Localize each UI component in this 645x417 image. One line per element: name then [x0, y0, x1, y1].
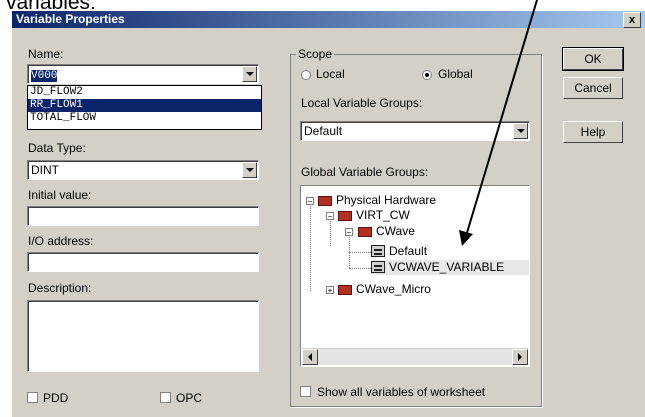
opc-checkbox[interactable] — [160, 392, 171, 403]
tree-node-physical-hardware[interactable]: − Physical Hardware — [301, 193, 529, 208]
tree-label: VCWAVE_VARIABLE — [389, 260, 505, 274]
local-groups-value: Default — [304, 124, 343, 138]
data-type-dropdown-button[interactable] — [242, 162, 257, 178]
name-dropdown-list: JD_FLOW2 RR_FLOW1 TOTAL_FLOW — [27, 85, 262, 130]
tree-label: CWave_Micro — [356, 282, 431, 296]
list-item[interactable]: JD_FLOW2 — [28, 86, 261, 99]
chevron-down-icon — [245, 168, 254, 172]
folder-icon — [358, 227, 372, 237]
tree-node-default[interactable]: Default — [301, 244, 529, 259]
local-groups-dropdown-button[interactable] — [513, 123, 528, 139]
folder-icon — [318, 196, 332, 206]
pdd-label: PDD — [43, 391, 69, 405]
close-icon[interactable]: x — [623, 12, 641, 28]
expand-icon[interactable]: + — [326, 286, 334, 295]
name-dropdown-button[interactable] — [242, 66, 257, 82]
initial-value-input[interactable] — [27, 206, 259, 226]
global-groups-label: Global Variable Groups: — [301, 165, 429, 179]
description-textarea[interactable] — [27, 300, 259, 372]
scroll-right-button[interactable] — [512, 349, 528, 365]
name-label: Name: — [28, 47, 64, 61]
opc-label: OPC — [176, 391, 203, 405]
local-groups-combobox[interactable]: Default — [300, 121, 530, 141]
show-all-label: Show all variables of worksheet — [317, 385, 486, 399]
io-address-label: I/O address: — [28, 234, 94, 248]
window-title: Variable Properties — [16, 12, 125, 26]
show-all-checkbox[interactable] — [300, 386, 311, 397]
database-icon — [371, 245, 385, 257]
collapse-icon[interactable]: − — [326, 212, 334, 221]
cancel-button[interactable]: Cancel — [563, 77, 623, 99]
tree-horizontal-scrollbar[interactable] — [302, 348, 528, 365]
variable-properties-dialog: Variable Properties x Name: V000 JD_FLOW… — [12, 11, 645, 417]
tree-label: Physical Hardware — [336, 193, 437, 207]
global-groups-tree[interactable]: − Physical Hardware − VIRT_CW − CWave De… — [300, 185, 530, 367]
local-radio-label: Local — [316, 67, 345, 81]
tree-node-cwave-micro[interactable]: + CWave_Micro — [301, 282, 529, 297]
tree-label: CWave — [376, 224, 415, 238]
name-combobox[interactable]: V000 — [27, 64, 259, 84]
description-label: Description: — [28, 281, 92, 295]
data-type-value: DINT — [31, 163, 59, 177]
collapse-icon[interactable]: − — [306, 197, 314, 206]
local-groups-label: Local Variable Groups: — [301, 96, 423, 110]
folder-icon — [338, 285, 352, 295]
pdd-checkbox[interactable] — [27, 392, 38, 403]
folder-icon — [338, 211, 352, 221]
scroll-left-button[interactable] — [302, 349, 318, 365]
help-button[interactable]: Help — [563, 121, 623, 143]
local-radio[interactable] — [301, 70, 311, 80]
data-type-combobox[interactable]: DINT — [27, 160, 259, 180]
global-radio[interactable] — [422, 70, 432, 80]
tree-node-virt-cw[interactable]: − VIRT_CW — [301, 208, 529, 223]
arrow-left-icon — [308, 353, 312, 361]
arrow-right-icon — [518, 353, 522, 361]
name-value: V000 — [31, 70, 58, 82]
global-radio-label: Global — [438, 67, 473, 81]
io-address-input[interactable] — [27, 252, 259, 272]
tree-line — [349, 268, 373, 269]
tree-node-vcwave-variable[interactable]: VCWAVE_VARIABLE — [371, 260, 529, 275]
tree-label: VIRT_CW — [356, 208, 410, 222]
data-type-label: Data Type: — [28, 141, 86, 155]
collapse-icon[interactable]: − — [345, 228, 353, 237]
ok-button[interactable]: OK — [562, 47, 624, 71]
initial-value-label: Initial value: — [28, 188, 92, 202]
database-icon — [371, 261, 385, 273]
scope-group-title: Scope — [296, 47, 335, 61]
chevron-down-icon — [516, 129, 525, 133]
tree-node-cwave[interactable]: − CWave — [301, 224, 529, 239]
chevron-down-icon — [245, 72, 254, 76]
title-bar: Variable Properties x — [12, 11, 645, 28]
list-item[interactable]: RR_FLOW1 — [28, 99, 261, 112]
tree-label: Default — [389, 244, 428, 258]
list-item[interactable]: TOTAL_FLOW — [28, 112, 261, 125]
